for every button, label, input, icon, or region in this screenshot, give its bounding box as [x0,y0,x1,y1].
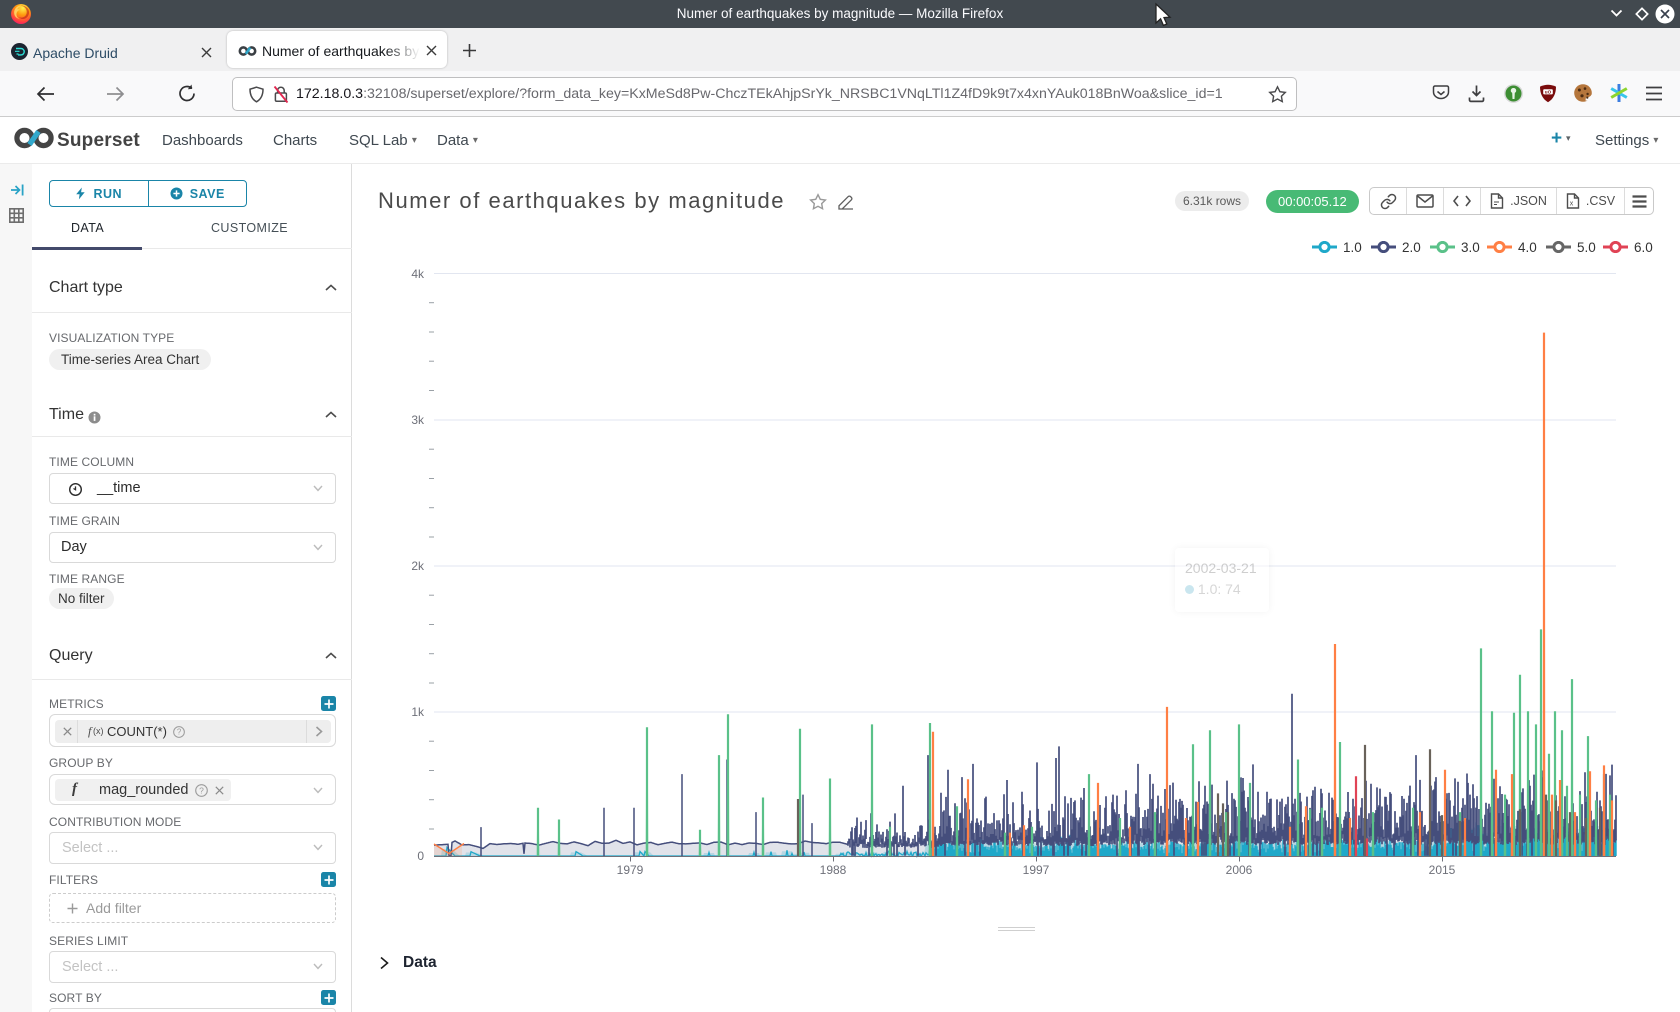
svg-text:1988: 1988 [820,863,847,877]
svg-text:1k: 1k [411,705,425,719]
svg-text:3k: 3k [411,413,425,427]
svg-text:1979: 1979 [617,863,644,877]
svg-text:4k: 4k [411,267,425,281]
svg-text:1997: 1997 [1023,863,1050,877]
svg-text:2015: 2015 [1429,863,1456,877]
svg-text:2k: 2k [411,559,425,573]
svg-text:0: 0 [417,849,424,863]
svg-text:2006: 2006 [1226,863,1253,877]
